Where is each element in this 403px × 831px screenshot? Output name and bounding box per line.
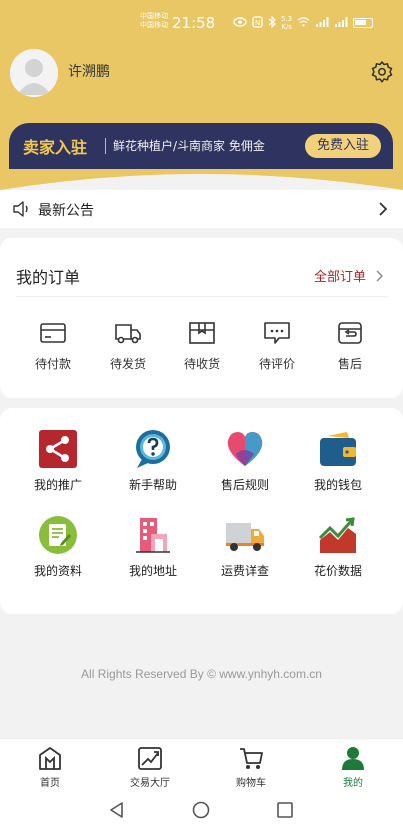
document-icon: [37, 514, 79, 556]
wallet-card-icon: [38, 320, 68, 346]
service-label: 花价数据: [313, 564, 362, 578]
banner-divider: [105, 138, 106, 154]
divider: [16, 296, 388, 297]
order-label: 待收货: [183, 357, 220, 371]
system-navbar: [0, 790, 403, 831]
carrier-2: 中国移动: [140, 21, 168, 29]
bluetooth-icon: [268, 15, 276, 31]
services-card: 我的推广 新手帮助 售后规则 我的钱包 我的资料 我的地址 运费详查 花价数据: [0, 408, 403, 614]
service-label: 运费详查: [220, 564, 269, 578]
order-after-sales[interactable]: 售后: [320, 320, 380, 380]
delivery-truck-icon: [224, 514, 266, 556]
service-wallet[interactable]: 我的钱包: [298, 428, 378, 498]
home-icon: [37, 745, 63, 771]
banner-subtitle: 鲜花种植户/斗南商家 免佣金: [113, 139, 265, 153]
tab-label: 购物车: [236, 778, 266, 789]
service-help[interactable]: 新手帮助: [113, 428, 193, 498]
copyright-text: All Rights Reserved By © www.ynhyh.com.c…: [81, 667, 322, 681]
trade-hall-icon: [137, 745, 163, 771]
orders-card: 我的订单 全部订单 待付款 待发货 待收货 待评价 售后: [0, 238, 403, 398]
order-label: 待评价: [258, 357, 295, 371]
service-label: 我的推广: [33, 478, 82, 492]
battery-icon: [353, 18, 374, 28]
service-label: 新手帮助: [128, 478, 177, 492]
tab-home[interactable]: 首页: [10, 745, 90, 789]
announcement-row[interactable]: 最新公告: [0, 190, 403, 228]
return-icon: [335, 320, 365, 346]
status-bar: 中国移动 中国移动 21:58 N 5.3 K/s: [0, 10, 403, 36]
all-orders-link[interactable]: 全部订单: [314, 266, 366, 285]
recents-icon[interactable]: [276, 801, 294, 819]
bottom-tabbar: 首页 交易大厅 购物车 我的: [0, 738, 403, 790]
order-pending-receipt[interactable]: 待收货: [172, 320, 232, 380]
tab-cart[interactable]: 购物车: [211, 745, 291, 789]
username: 许溯鹏: [68, 64, 110, 80]
profile-header: 中国移动 中国移动 21:58 N 5.3 K/s 许溯鹏 卖家入驻 鲜花种植户…: [0, 0, 403, 190]
service-label: 我的资料: [33, 564, 82, 578]
chevron-right-icon: [377, 201, 389, 217]
eye-icon: [233, 16, 247, 30]
service-promotion[interactable]: 我的推广: [18, 428, 98, 498]
chevron-right-icon: [375, 268, 385, 282]
heart-icon: [224, 428, 266, 470]
user-icon: [340, 745, 366, 771]
net-speed: 5.3 K/s: [281, 15, 292, 31]
wifi-icon: [297, 16, 310, 30]
order-label: 售后: [337, 357, 362, 371]
service-label: 我的地址: [128, 564, 177, 578]
speaker-icon: [12, 200, 32, 218]
order-pending-shipment[interactable]: 待发货: [98, 320, 158, 380]
svg-text:N: N: [255, 19, 260, 27]
back-icon[interactable]: [108, 801, 126, 819]
tab-label: 我的: [343, 778, 363, 789]
service-after-sales-rules[interactable]: 售后规则: [205, 428, 285, 498]
tab-mine[interactable]: 我的: [313, 745, 393, 789]
avatar[interactable]: [10, 49, 58, 97]
free-join-button[interactable]: 免费入驻: [305, 134, 381, 158]
truck-icon: [113, 320, 143, 346]
tab-label: 首页: [40, 778, 60, 789]
help-icon: [132, 428, 174, 470]
chart-icon: [317, 514, 359, 556]
signal-icon-2: [334, 16, 348, 30]
box-icon: [187, 320, 217, 346]
home-nav-icon[interactable]: [192, 801, 210, 819]
nfc-icon: N: [252, 15, 263, 31]
service-flower-price[interactable]: 花价数据: [298, 514, 378, 584]
speed-value: 5.3: [281, 15, 293, 23]
tab-label: 交易大厅: [130, 778, 170, 789]
order-pending-payment[interactable]: 待付款: [23, 320, 83, 380]
service-profile[interactable]: 我的资料: [18, 514, 98, 584]
service-freight[interactable]: 运费详查: [205, 514, 285, 584]
speed-unit: K/s: [281, 23, 292, 31]
service-label: 售后规则: [220, 478, 269, 492]
building-icon: [132, 514, 174, 556]
order-label: 待付款: [34, 357, 71, 371]
status-time: 21:58: [172, 14, 216, 32]
share-icon: [37, 428, 79, 470]
header-curve: [0, 174, 403, 190]
wallet-icon: [317, 428, 359, 470]
announcement-label: 最新公告: [38, 203, 94, 219]
order-label: 待发货: [109, 357, 146, 371]
orders-title: 我的订单: [16, 268, 81, 287]
status-icons: N 5.3 K/s: [233, 15, 374, 31]
gear-icon[interactable]: [370, 60, 394, 84]
order-pending-review[interactable]: 待评价: [247, 320, 307, 380]
service-label: 我的钱包: [313, 478, 362, 492]
carrier-label: 中国移动 中国移动: [140, 12, 168, 30]
signal-icon-1: [315, 16, 329, 30]
comment-icon: [262, 320, 292, 346]
service-address[interactable]: 我的地址: [113, 514, 193, 584]
carrier-1: 中国移动: [140, 12, 168, 20]
tab-trade-hall[interactable]: 交易大厅: [110, 745, 190, 789]
cart-icon: [238, 745, 264, 771]
banner-title: 卖家入驻: [23, 138, 88, 157]
